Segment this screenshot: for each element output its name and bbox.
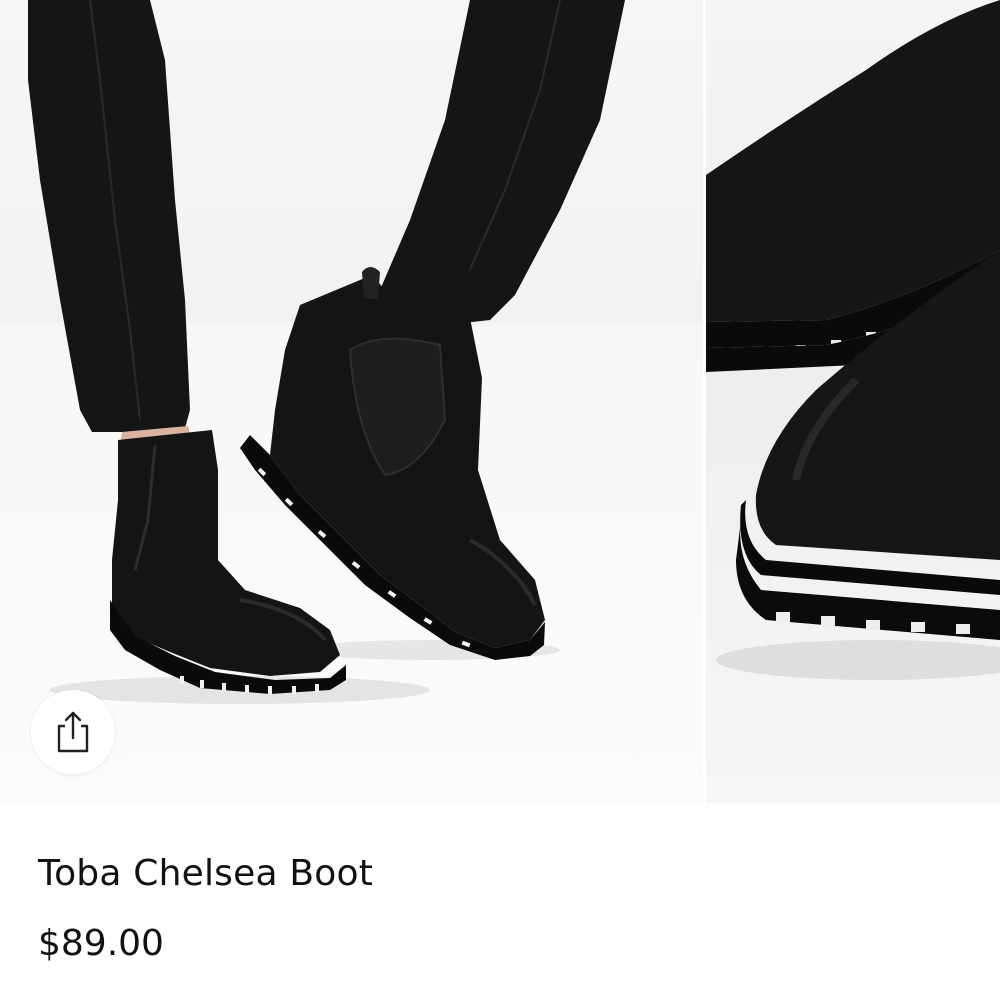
product-price: $89.00 bbox=[38, 923, 164, 964]
product-detail-screen: Toba Chelsea Boot $89.00 bbox=[0, 0, 1000, 1000]
boots-photo bbox=[28, 0, 625, 704]
product-info: Toba Chelsea Boot $89.00 bbox=[0, 803, 1000, 1000]
product-name: Toba Chelsea Boot bbox=[38, 853, 374, 894]
share-button[interactable] bbox=[31, 690, 115, 774]
product-image-carousel[interactable] bbox=[0, 0, 1000, 803]
boot-closeup-photo bbox=[706, 0, 1000, 680]
share-icon bbox=[57, 711, 89, 753]
product-image-main[interactable] bbox=[0, 0, 703, 803]
product-image-closeup[interactable] bbox=[706, 0, 1000, 803]
